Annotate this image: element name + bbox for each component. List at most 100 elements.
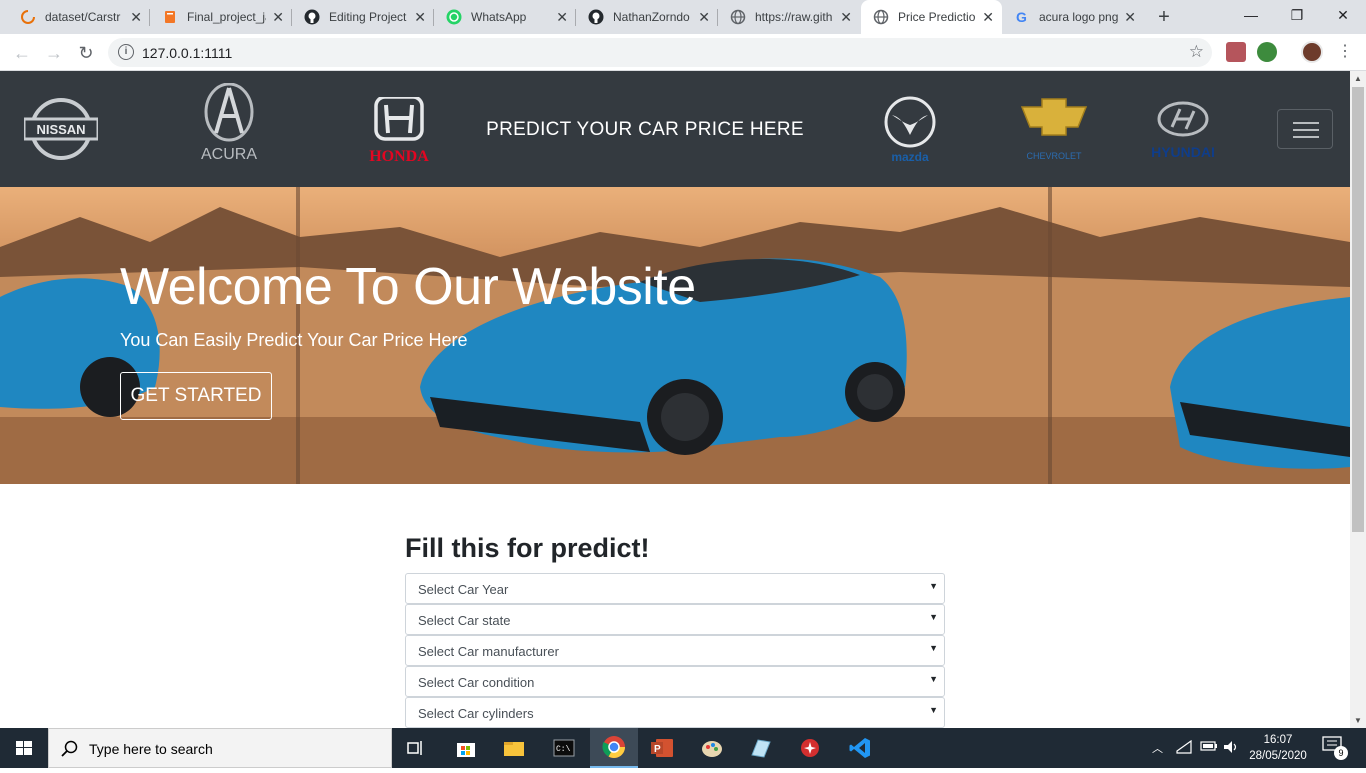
notebook-icon: [162, 9, 178, 25]
battery-icon[interactable]: [1200, 740, 1218, 755]
car-state-select[interactable]: Select Car state ▼: [405, 604, 945, 635]
nissan-logo[interactable]: NISSAN: [24, 97, 98, 161]
car-condition-select[interactable]: Select Car condition ▼: [405, 666, 945, 697]
navbar-toggler-button[interactable]: [1277, 109, 1333, 149]
browser-tab-strip: dataset/Carstr ✕ Final_project_ja ✕ Edit…: [0, 0, 1366, 34]
close-icon[interactable]: ✕: [272, 9, 284, 26]
tab-title: Price Predictio: [898, 10, 976, 24]
loading-icon: [20, 9, 36, 25]
svg-text:G: G: [1016, 9, 1027, 25]
volume-icon[interactable]: [1222, 740, 1240, 757]
select-value: Select Car state: [418, 613, 511, 628]
vscode-icon[interactable]: [836, 728, 884, 768]
whatsapp-icon: [446, 9, 462, 25]
browser-tab[interactable]: dataset/Carstr ✕: [8, 0, 150, 34]
paint-icon[interactable]: [688, 728, 736, 768]
taskbar-search-box[interactable]: Type here to search: [48, 728, 392, 768]
tab-title: NathanZorndo: [613, 10, 690, 24]
extension-icon[interactable]: [1257, 42, 1277, 62]
pdf-extension-icon[interactable]: [1226, 42, 1246, 62]
acura-logo[interactable]: ACURA: [195, 83, 263, 163]
minimize-button[interactable]: —: [1228, 0, 1274, 30]
reload-button[interactable]: ↻: [72, 39, 100, 67]
close-icon[interactable]: ✕: [556, 9, 568, 26]
bookmark-star-icon[interactable]: ☆: [1189, 42, 1204, 62]
browser-tab[interactable]: Editing Project ✕: [292, 0, 434, 34]
chevron-down-icon: ▼: [929, 674, 938, 684]
tab-title: dataset/Carstr: [45, 10, 121, 24]
back-button[interactable]: ←: [8, 39, 36, 67]
notification-count-badge: 9: [1334, 746, 1348, 760]
car-year-select[interactable]: Select Car Year ▼: [405, 573, 945, 604]
tab-title: WhatsApp: [471, 10, 527, 24]
forward-button[interactable]: →: [40, 39, 68, 67]
scroll-up-icon[interactable]: ▲: [1354, 74, 1362, 83]
globe-icon: [873, 9, 889, 25]
chevrolet-logo[interactable]: CHEVROLET: [1020, 97, 1088, 163]
close-icon[interactable]: ✕: [982, 9, 994, 26]
browser-tab[interactable]: WhatsApp ✕: [434, 0, 576, 34]
address-bar[interactable]: i 127.0.0.1:1111 ☆: [108, 38, 1212, 67]
browser-tab[interactable]: NathanZorndo ✕: [576, 0, 718, 34]
powerpoint-icon[interactable]: P: [638, 728, 686, 768]
page-scrollbar[interactable]: ▲ ▼: [1350, 71, 1366, 728]
file-explorer-icon[interactable]: [490, 728, 538, 768]
brand-name: NISSAN: [36, 122, 85, 137]
svg-text:P: P: [654, 744, 661, 755]
get-started-button[interactable]: GET STARTED: [120, 372, 272, 420]
wifi-icon[interactable]: [1176, 739, 1192, 757]
info-icon[interactable]: i: [118, 44, 134, 60]
prediction-form: Fill this for predict! Select Car Year ▼ …: [405, 533, 945, 728]
close-icon[interactable]: ✕: [130, 9, 142, 26]
honda-logo[interactable]: HONDA: [356, 97, 442, 163]
task-view-icon[interactable]: [392, 728, 440, 768]
search-icon: [61, 740, 78, 757]
globe-icon: [730, 9, 746, 25]
brand-name: mazda: [891, 150, 929, 164]
new-tab-button[interactable]: +: [1152, 5, 1176, 29]
url-text[interactable]: 127.0.0.1:1111: [142, 45, 232, 61]
hyundai-logo[interactable]: HYUNDAI: [1146, 99, 1220, 163]
navbar-title: PREDICT YOUR CAR PRICE HERE: [486, 119, 804, 140]
car-cylinders-select[interactable]: Select Car cylinders ▼: [405, 697, 945, 728]
close-icon[interactable]: ✕: [414, 9, 426, 26]
web-page: NISSAN ACURA HONDA PREDICT YOUR CAR PRIC…: [0, 71, 1350, 728]
select-value: Select Car manufacturer: [418, 644, 559, 659]
chevron-down-icon: ▼: [929, 612, 938, 622]
maximize-button[interactable]: ❐: [1274, 0, 1320, 30]
app-icon[interactable]: [786, 728, 834, 768]
tab-title: https://raw.gith: [755, 10, 833, 24]
mazda-logo[interactable]: mazda: [882, 95, 938, 165]
chrome-icon[interactable]: [590, 728, 638, 768]
select-value: Select Car condition: [418, 675, 535, 690]
chevron-up-icon[interactable]: ︿: [1152, 740, 1163, 756]
hero-subheading: You Can Easily Predict Your Car Price He…: [120, 330, 468, 350]
close-window-button[interactable]: ✕: [1320, 0, 1366, 30]
scrollbar-thumb[interactable]: [1352, 87, 1364, 532]
notifications-icon[interactable]: 9: [1322, 736, 1348, 760]
clock-time: 16:07: [1263, 734, 1293, 746]
browser-tab[interactable]: https://raw.gith ✕: [718, 0, 860, 34]
hero-banner: Welcome To Our Website You Can Easily Pr…: [0, 187, 1350, 484]
start-button[interactable]: [0, 728, 48, 768]
chevron-down-icon: ▼: [929, 643, 938, 653]
close-icon[interactable]: ✕: [1124, 9, 1136, 26]
search-placeholder: Type here to search: [89, 741, 213, 757]
notes-app-icon[interactable]: [736, 728, 784, 768]
tab-title: Editing Project: [329, 10, 407, 24]
close-icon[interactable]: ✕: [840, 9, 852, 26]
profile-avatar[interactable]: [1301, 41, 1323, 63]
browser-tab-active[interactable]: Price Predictio ✕: [861, 0, 1002, 34]
select-value: Select Car Year: [418, 582, 509, 597]
clock-date: 28/05/2020: [1249, 750, 1307, 762]
microsoft-store-icon[interactable]: [442, 728, 490, 768]
scroll-down-icon[interactable]: ▼: [1354, 716, 1362, 725]
browser-tab[interactable]: Final_project_ja ✕: [150, 0, 292, 34]
terminal-icon[interactable]: C:\: [540, 728, 588, 768]
taskbar-clock[interactable]: 16:07 28/05/2020: [1248, 732, 1308, 764]
close-icon[interactable]: ✕: [698, 9, 710, 26]
google-icon: G: [1014, 9, 1030, 25]
browser-tab[interactable]: G acura logo png ✕: [1002, 0, 1144, 34]
menu-kebab-icon[interactable]: ⋮: [1337, 41, 1353, 61]
car-manufacturer-select[interactable]: Select Car manufacturer ▼: [405, 635, 945, 666]
